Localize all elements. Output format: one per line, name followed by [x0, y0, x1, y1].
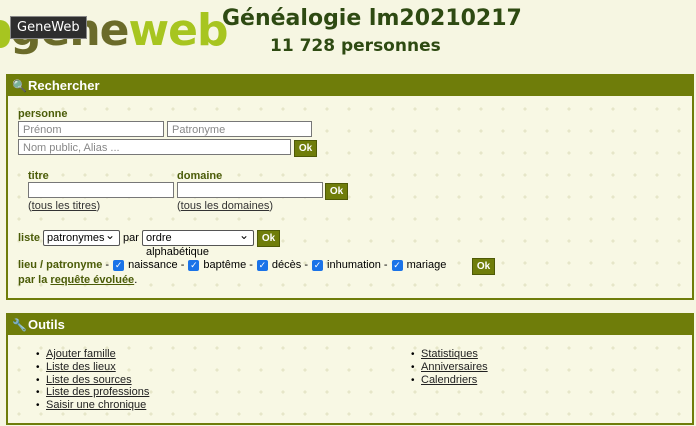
burial-checkbox[interactable]: ✓	[312, 259, 324, 271]
list-item[interactable]: Ajouter famille	[36, 348, 149, 361]
list-item[interactable]: Calendriers	[411, 374, 488, 387]
marriage-checkbox[interactable]: ✓	[391, 259, 403, 271]
list-label: liste	[18, 232, 41, 244]
tools-panel: 🔧Outils Ajouter famille Liste des lieux …	[6, 313, 694, 425]
advanced-query-link[interactable]: requête évoluée	[50, 274, 134, 286]
title-ok-button[interactable]: Ok	[325, 183, 348, 200]
list-item[interactable]: Liste des sources	[36, 374, 149, 387]
tools-right-list: Statistiques Anniversaires Calendriers	[411, 348, 488, 386]
advanced-query-line: par la requête évoluée.	[18, 274, 138, 286]
all-domains-link[interactable]: tous les domaines	[181, 200, 270, 212]
person-label: personne	[18, 108, 68, 120]
list-item[interactable]: Liste des lieux	[36, 361, 149, 374]
list-type-select[interactable]: patronymes	[43, 228, 120, 246]
order-select[interactable]: ordre alphabétique	[142, 228, 254, 258]
tools-panel-header: 🔧Outils	[8, 315, 692, 335]
magnifier-icon: 🔍	[12, 79, 27, 93]
firstname-input[interactable]: Prénom	[18, 121, 164, 137]
person-ok-button[interactable]: Ok	[294, 140, 317, 157]
title-input[interactable]	[28, 182, 174, 198]
logo-tooltip: GeneWeb	[10, 16, 87, 39]
by-label: par	[123, 232, 139, 244]
domain-input[interactable]	[177, 182, 323, 198]
list-item[interactable]: Saisir une chronique	[36, 399, 149, 412]
public-name-input[interactable]: Nom public, Alias ...	[18, 139, 291, 155]
place-search-row: lieu / patronyme - ✓ naissance - ✓ baptême -…	[18, 259, 447, 271]
tools-left-list: Ajouter famille Liste des lieux Liste de…	[36, 348, 149, 412]
list-item[interactable]: Liste des professions	[36, 386, 149, 399]
place-ok-button[interactable]: Ok	[472, 258, 495, 275]
baptism-checkbox[interactable]: ✓	[188, 259, 200, 271]
search-heading: Rechercher	[28, 78, 100, 93]
surname-input[interactable]: Patronyme	[167, 121, 312, 137]
search-panel-header: 🔍Rechercher	[8, 76, 692, 96]
wrench-icon: 🔧	[12, 318, 27, 332]
title-label: titre	[28, 170, 49, 182]
page-title: Généalogie lm20210217	[222, 6, 522, 31]
logo-tree-icon	[0, 20, 10, 48]
list-ok-button[interactable]: Ok	[257, 230, 280, 247]
person-count: 11 728 personnes	[270, 36, 441, 56]
birth-checkbox[interactable]: ✓	[113, 259, 125, 271]
place-label: lieu / patronyme	[18, 259, 103, 271]
search-panel: 🔍Rechercher personne Prénom Patronyme No…	[6, 74, 694, 300]
page-header: geneweb GeneWeb Généalogie lm20210217 11…	[0, 0, 696, 62]
all-titles-link[interactable]: tous les titres	[32, 200, 97, 212]
list-item[interactable]: Statistiques	[411, 348, 488, 361]
all-domains-line: (tous les domaines)	[177, 200, 274, 212]
domain-label: domaine	[177, 170, 223, 182]
list-item[interactable]: Anniversaires	[411, 361, 488, 374]
tools-heading: Outils	[28, 317, 65, 332]
death-checkbox[interactable]: ✓	[256, 259, 268, 271]
all-titles-line: (tous les titres)	[28, 200, 101, 212]
geneweb-logo[interactable]: geneweb GeneWeb	[0, 2, 229, 60]
